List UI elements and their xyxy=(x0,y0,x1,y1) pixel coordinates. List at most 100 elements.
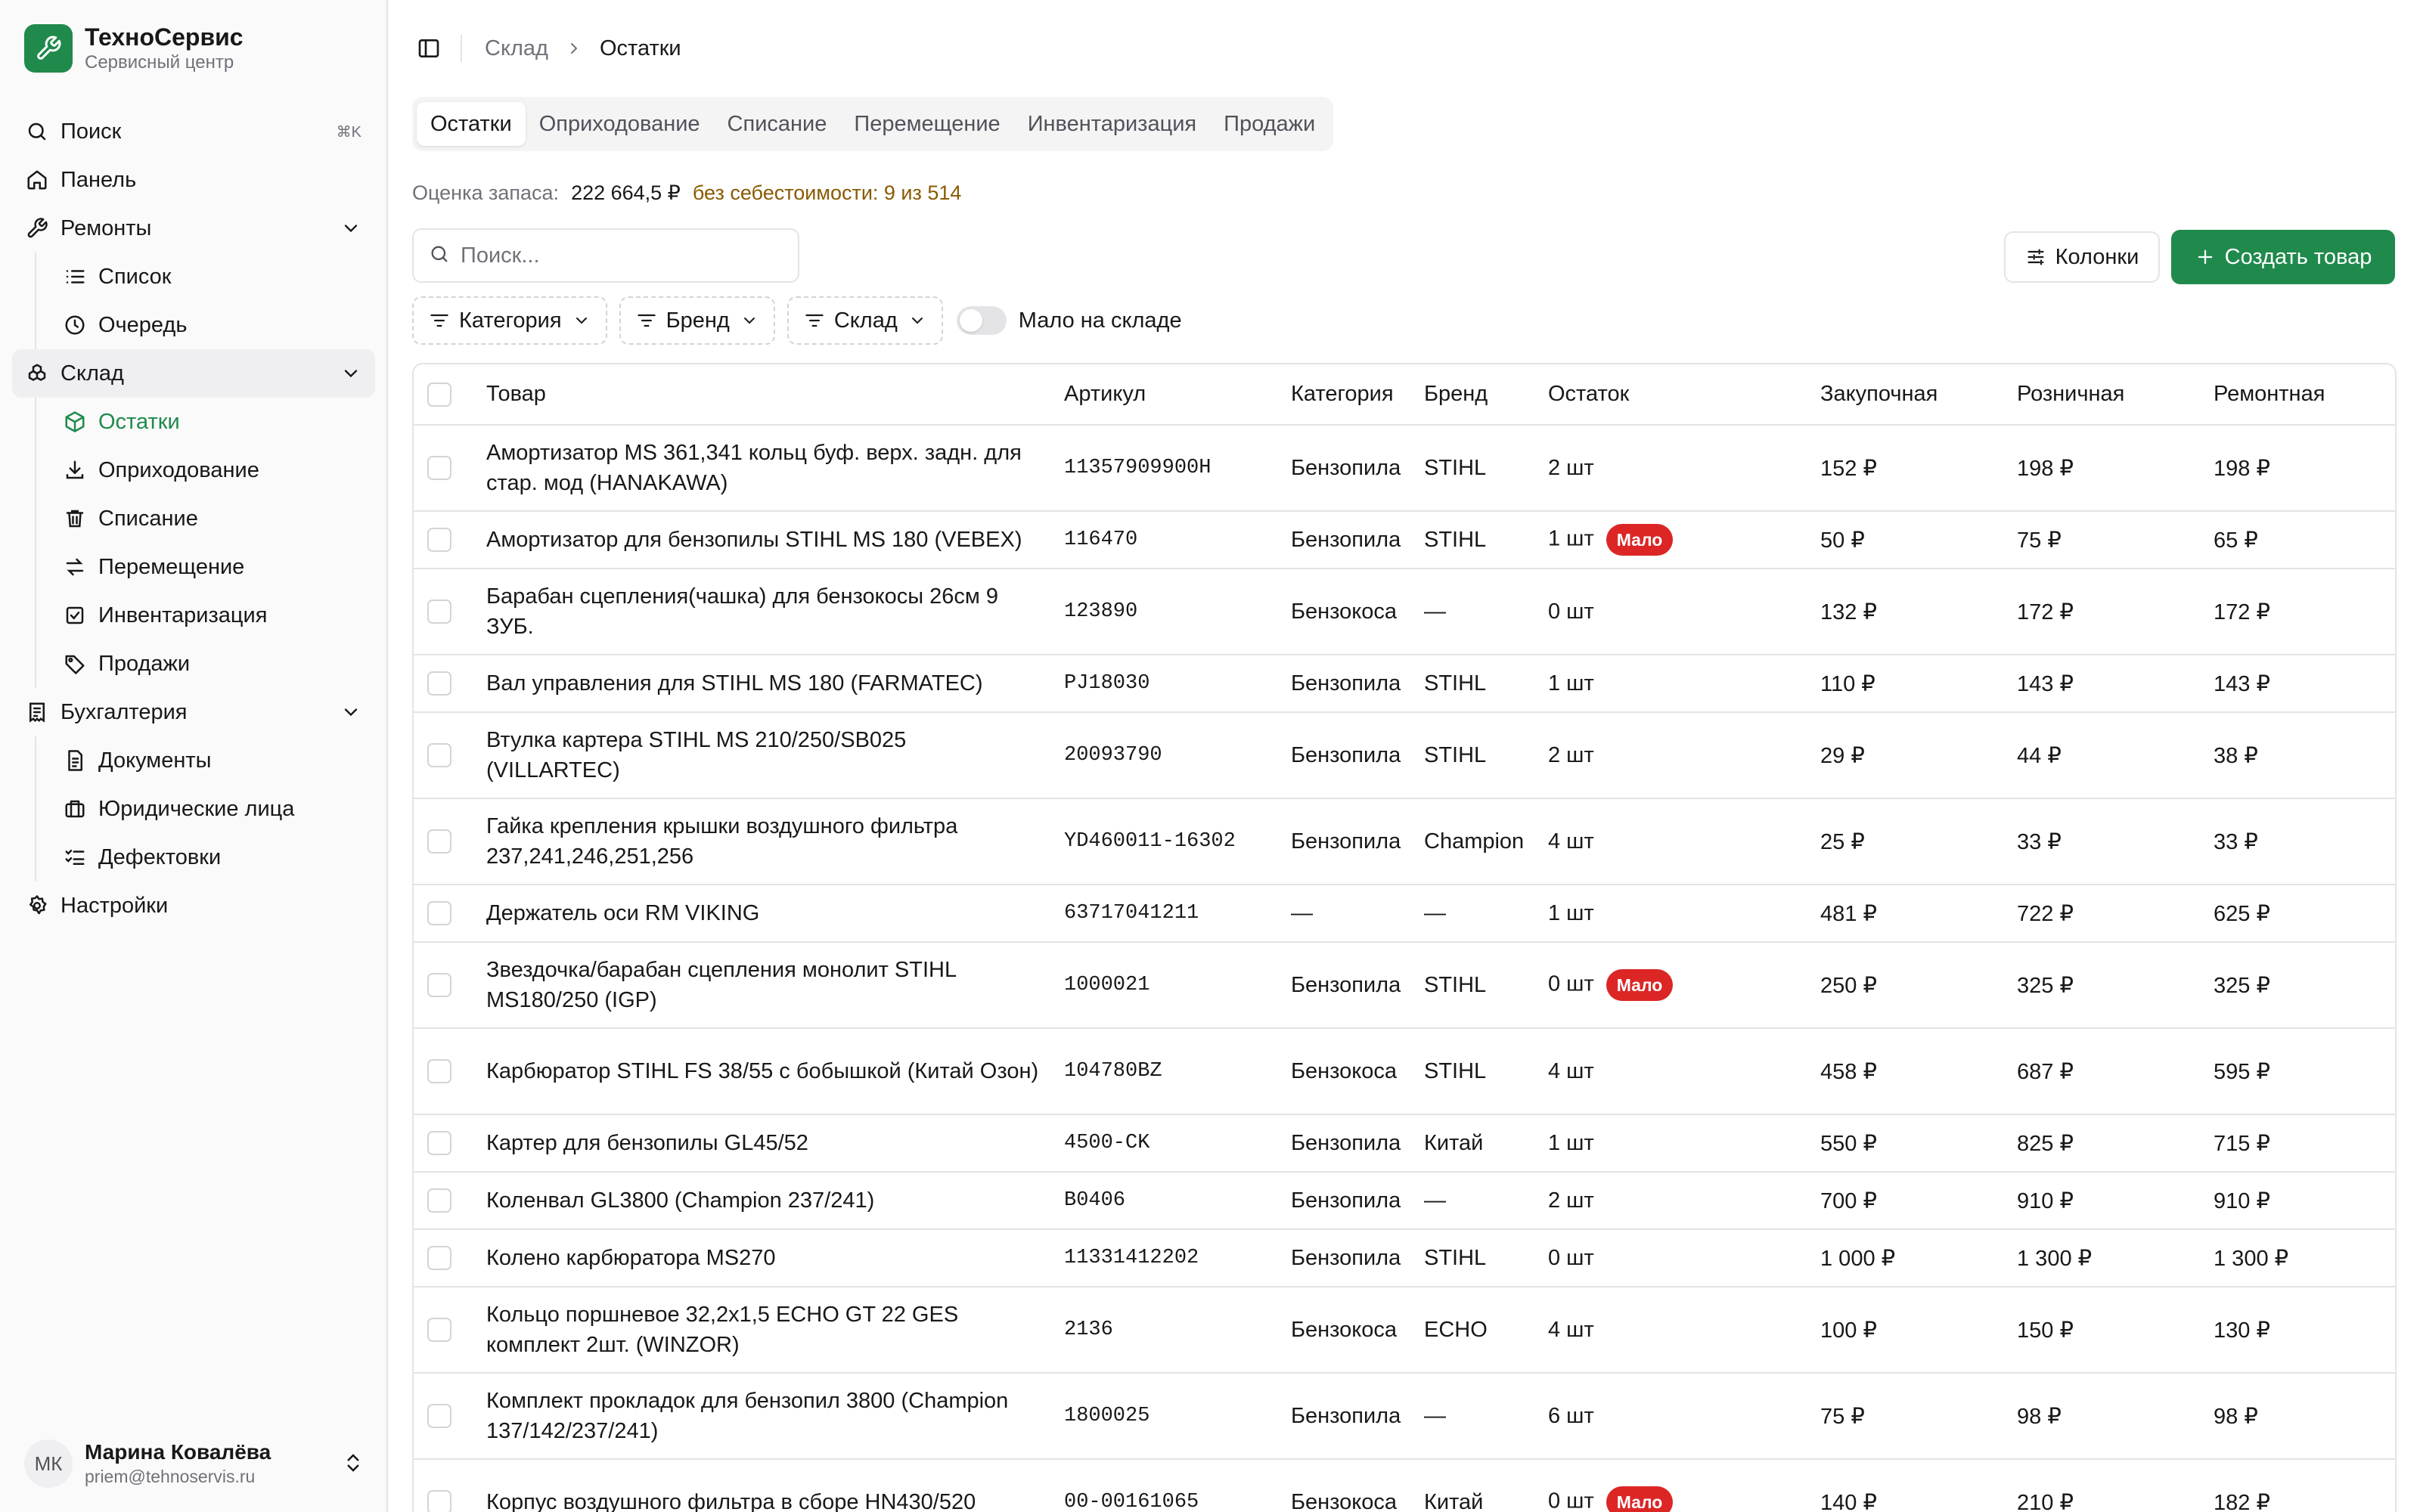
tab-sales[interactable]: Продажи xyxy=(1210,102,1329,146)
document-icon xyxy=(62,748,88,773)
sidebar-item-warehouse[interactable]: Склад xyxy=(12,349,375,398)
cell-purchase-price: 550 ₽ xyxy=(1820,1114,2017,1173)
table-row[interactable]: Амортизатор для бензопилы STIHL MS 180 (… xyxy=(414,511,2395,569)
breadcrumb-parent[interactable]: Склад xyxy=(485,36,548,61)
row-checkbox[interactable] xyxy=(427,456,451,480)
table-row[interactable]: Гайка крепления крышки воздушного фильтр… xyxy=(414,798,2395,885)
table-row[interactable]: Комплект прокладок для бензопил 3800 (Ch… xyxy=(414,1373,2395,1460)
table-row[interactable]: Держатель оси RM VIKING 63717041211— —1 шт… xyxy=(414,885,2395,943)
row-checkbox[interactable] xyxy=(427,1490,451,1512)
table-row[interactable]: Барабан сцепления(чашка) для бензокосы 2… xyxy=(414,569,2395,655)
stock-qty-value: 0 шт xyxy=(1548,599,1594,624)
cell-brand: STIHL xyxy=(1424,712,1548,799)
column-header[interactable]: Ремонтная xyxy=(2214,364,2395,426)
column-header[interactable]: Артикул xyxy=(1064,364,1291,426)
cell-brand: Китай xyxy=(1424,1114,1548,1173)
filter-warehouse[interactable]: Склад xyxy=(786,296,943,345)
tab-writeoff[interactable]: Списание xyxy=(714,102,841,146)
row-checkbox[interactable] xyxy=(427,1131,451,1155)
sidebar-item-sales[interactable]: Продажи xyxy=(62,640,375,688)
sidebar-item-stock[interactable]: Остатки xyxy=(62,398,375,446)
sidebar-toggle-icon[interactable] xyxy=(414,33,444,64)
table-row[interactable]: Картер для бензопилы GL45/52 4500-CK Бензо… xyxy=(414,1114,2395,1173)
cell-sku: 116470 xyxy=(1064,511,1291,569)
sidebar-item-legal-entities[interactable]: Юридические лица xyxy=(62,785,375,833)
sidebar-item-transfer[interactable]: Перемещение xyxy=(62,543,375,591)
row-checkbox[interactable] xyxy=(427,743,451,767)
tab-receipt[interactable]: Оприходование xyxy=(526,102,714,146)
tab-inventory[interactable]: Инвентаризация xyxy=(1014,102,1210,146)
column-header[interactable]: Розничная xyxy=(2017,364,2214,426)
filter-brand[interactable]: Бренд xyxy=(619,296,775,345)
table-row[interactable]: Амортизатор MS 361,341 кольц буф. верх. … xyxy=(414,425,2395,512)
user-name: Марина Ковалёва xyxy=(85,1440,271,1464)
sidebar-item-writeoff[interactable]: Списание xyxy=(62,494,375,543)
row-select-cell xyxy=(414,712,486,799)
columns-button[interactable]: Колонки xyxy=(2004,231,2160,283)
row-checkbox[interactable] xyxy=(427,600,451,624)
sidebar-item-repairs-queue[interactable]: Очередь xyxy=(62,301,375,349)
select-all-checkbox[interactable] xyxy=(427,382,451,407)
column-header[interactable]: Категория xyxy=(1291,364,1424,426)
stock-warning[interactable]: без себестоимости: 9 из 514 xyxy=(693,181,962,205)
create-product-button[interactable]: Создать товар xyxy=(2171,230,2395,284)
tab-stock[interactable]: Остатки xyxy=(417,102,526,146)
sidebar-item-repairs-list[interactable]: Список xyxy=(62,253,375,301)
tab-transfer[interactable]: Перемещение xyxy=(840,102,1013,146)
cell-brand: STIHL xyxy=(1424,655,1548,713)
chevron-down-icon[interactable] xyxy=(340,218,361,245)
brand-subtitle: Сервисный центр xyxy=(85,52,234,73)
sidebar-item-search[interactable]: Поиск ⌘K xyxy=(12,107,375,156)
sidebar-item-settings[interactable]: Настройки xyxy=(12,881,375,930)
sidebar-item-receipt[interactable]: Оприходование xyxy=(62,446,375,494)
table-row[interactable]: Колено карбюратора MS270 11331412202 Бензо… xyxy=(414,1229,2395,1287)
cell-sku: B0406 xyxy=(1064,1172,1291,1230)
row-checkbox[interactable] xyxy=(427,829,451,854)
search-input[interactable] xyxy=(461,243,778,268)
column-header[interactable]: Бренд xyxy=(1424,364,1548,426)
low-stock-badge: Мало xyxy=(1606,524,1674,556)
table-row[interactable]: Корпус воздушного фильтра в сборе HN430/… xyxy=(414,1459,2395,1512)
column-header[interactable]: Остаток xyxy=(1548,364,1820,426)
cell-retail-price: 722 ₽ xyxy=(2017,885,2214,943)
cell-product-name: Коленвал GL3800 (Champion 237/241) xyxy=(486,1172,1064,1230)
sidebar-item-inventory[interactable]: Инвентаризация xyxy=(62,591,375,640)
stock-value: 222 664,5 ₽ xyxy=(571,181,681,204)
row-checkbox[interactable] xyxy=(427,1246,451,1270)
sidebar-item-defects[interactable]: Дефектовки xyxy=(62,833,375,881)
row-checkbox[interactable] xyxy=(427,528,451,552)
table-row[interactable]: Втулка картера STIHL MS 210/250/SB025 (V… xyxy=(414,712,2395,799)
column-header[interactable]: Товар xyxy=(486,364,1064,426)
table-row[interactable]: Вал управления для STIHL MS 180 (FARMATE… xyxy=(414,655,2395,713)
sidebar-item-accounting[interactable]: Бухгалтерия xyxy=(12,688,375,736)
column-header[interactable]: Закупочная xyxy=(1820,364,2017,426)
low-stock-toggle[interactable] xyxy=(956,306,1007,335)
wrench-icon xyxy=(24,215,50,241)
tabs: Остатки Оприходование Списание Перемещен… xyxy=(412,97,1334,151)
chevron-down-icon[interactable] xyxy=(340,363,361,390)
chevron-down-icon xyxy=(576,318,587,324)
row-checkbox[interactable] xyxy=(427,1188,451,1213)
table-row[interactable]: Кольцо поршневое 32,2х1,5 ECHO GT 22 GES… xyxy=(414,1287,2395,1374)
row-checkbox[interactable] xyxy=(427,901,451,925)
row-checkbox[interactable] xyxy=(427,1318,451,1342)
sidebar-item-repairs[interactable]: Ремонты xyxy=(12,204,375,253)
row-checkbox[interactable] xyxy=(427,973,451,997)
table-row[interactable]: Звездочка/барабан сцепления монолит STIH… xyxy=(414,942,2395,1029)
sidebar-item-dashboard[interactable]: Панель xyxy=(12,156,375,204)
row-checkbox[interactable] xyxy=(427,1059,451,1083)
table-row[interactable]: Карбюратор STIHL FS 38/55 с бобышкой (Ки… xyxy=(414,1028,2395,1115)
cell-product-name: Звездочка/барабан сцепления монолит STIH… xyxy=(486,942,1064,1029)
brand[interactable]: ТехноСервис Сервисный центр xyxy=(24,23,244,74)
user-menu[interactable]: МК Марина Ковалёва priem@tehnoservis.ru xyxy=(24,1436,365,1491)
sidebar-item-documents[interactable]: Документы xyxy=(62,736,375,785)
chevron-down-icon[interactable] xyxy=(340,702,361,729)
cell-brand: — xyxy=(1424,885,1548,943)
table-row[interactable]: Коленвал GL3800 (Champion 237/241) B0406 Б… xyxy=(414,1172,2395,1230)
row-checkbox[interactable] xyxy=(427,1404,451,1428)
filter-category[interactable]: Категория xyxy=(412,296,607,345)
sidebar-item-label: Юридические лица xyxy=(98,796,295,821)
row-checkbox[interactable] xyxy=(427,671,451,696)
row-select-cell xyxy=(414,1028,486,1115)
trash-icon xyxy=(62,506,88,531)
